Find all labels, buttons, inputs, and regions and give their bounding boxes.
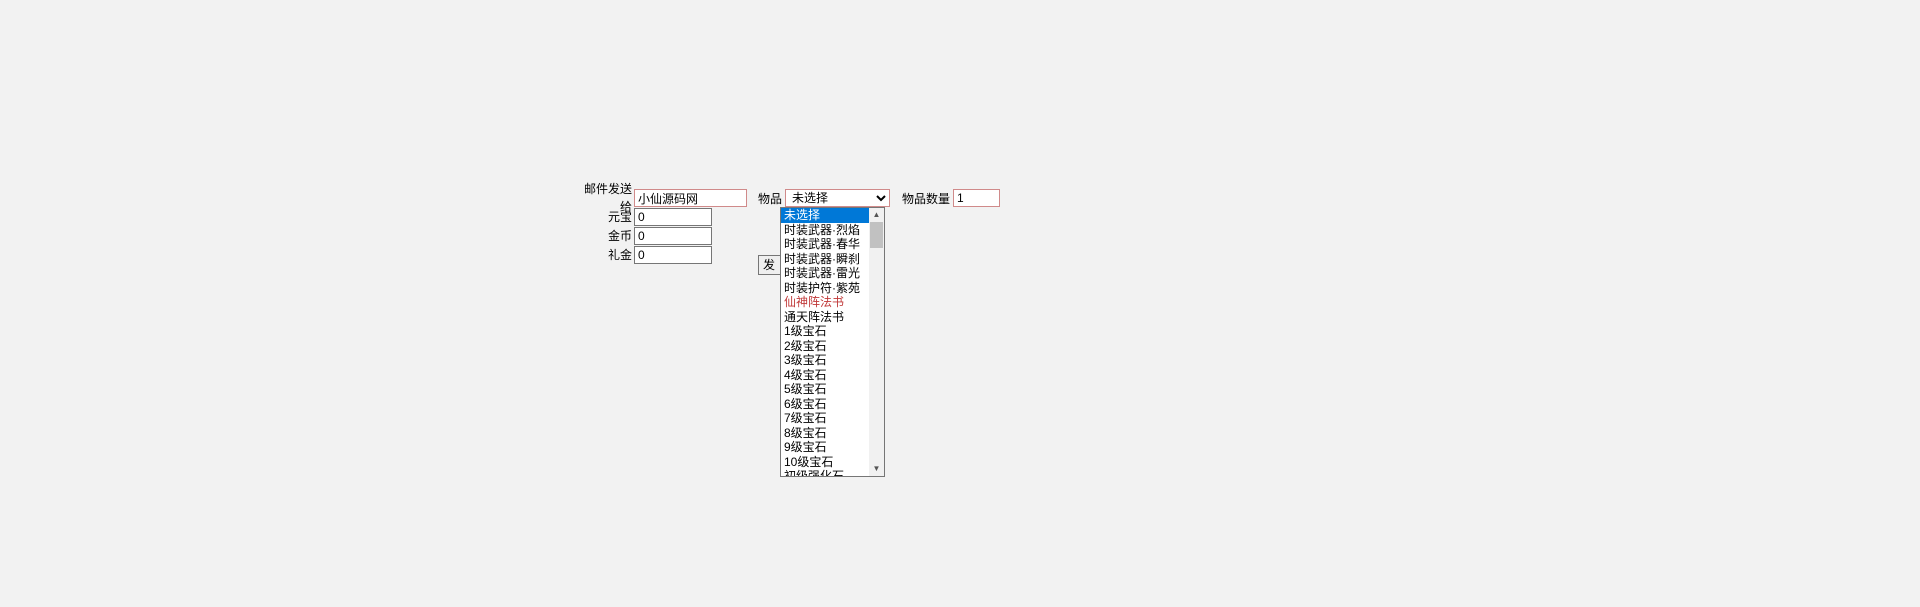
item-option[interactable]: 1级宝石: [781, 324, 869, 339]
scroll-up-icon[interactable]: ▲: [869, 208, 884, 222]
scroll-down-icon[interactable]: ▼: [869, 462, 884, 476]
item-option[interactable]: 时装武器·瞬刹: [781, 252, 869, 267]
item-option[interactable]: 时装武器·春华: [781, 237, 869, 252]
item-option[interactable]: 4级宝石: [781, 368, 869, 383]
gold-label: 金币: [581, 227, 634, 245]
yuanbao-label: 元宝: [581, 208, 634, 226]
item-dropdown-list[interactable]: 未选择时装武器·烈焰时装武器·春华时装武器·瞬刹时装武器·雷光时装护符·紫苑仙神…: [781, 208, 869, 476]
qty-label: 物品数量: [902, 190, 950, 207]
item-select[interactable]: 未选择: [785, 189, 890, 207]
item-option[interactable]: 未选择: [781, 208, 869, 223]
qty-input[interactable]: [953, 189, 1000, 207]
item-label: 物品: [758, 190, 782, 207]
recipient-input[interactable]: [634, 189, 747, 207]
yuanbao-input[interactable]: [634, 208, 712, 226]
form-left-block: 邮件发送给 元宝 金币 礼金: [581, 189, 747, 265]
dropdown-scrollbar[interactable]: ▲ ▼: [869, 208, 884, 476]
gold-input[interactable]: [634, 227, 712, 245]
item-option[interactable]: 10级宝石: [781, 455, 869, 470]
item-option[interactable]: 6级宝石: [781, 397, 869, 412]
item-option[interactable]: 8级宝石: [781, 426, 869, 441]
item-option[interactable]: 初级强化石: [781, 469, 869, 476]
scroll-thumb[interactable]: [870, 222, 883, 248]
gift-input[interactable]: [634, 246, 712, 264]
item-option[interactable]: 通天阵法书: [781, 310, 869, 325]
item-option[interactable]: 时装武器·烈焰: [781, 223, 869, 238]
form-right-block: 物品 未选择 物品数量: [758, 189, 1000, 207]
item-option[interactable]: 5级宝石: [781, 382, 869, 397]
item-option[interactable]: 时装护符·紫苑: [781, 281, 869, 296]
item-option[interactable]: 9级宝石: [781, 440, 869, 455]
item-option[interactable]: 仙神阵法书: [781, 295, 869, 310]
item-option[interactable]: 时装武器·雷光: [781, 266, 869, 281]
gift-label: 礼金: [581, 246, 634, 264]
item-option[interactable]: 3级宝石: [781, 353, 869, 368]
item-option[interactable]: 2级宝石: [781, 339, 869, 354]
item-dropdown-panel[interactable]: 未选择时装武器·烈焰时装武器·春华时装武器·瞬刹时装武器·雷光时装护符·紫苑仙神…: [780, 207, 885, 477]
item-option[interactable]: 7级宝石: [781, 411, 869, 426]
